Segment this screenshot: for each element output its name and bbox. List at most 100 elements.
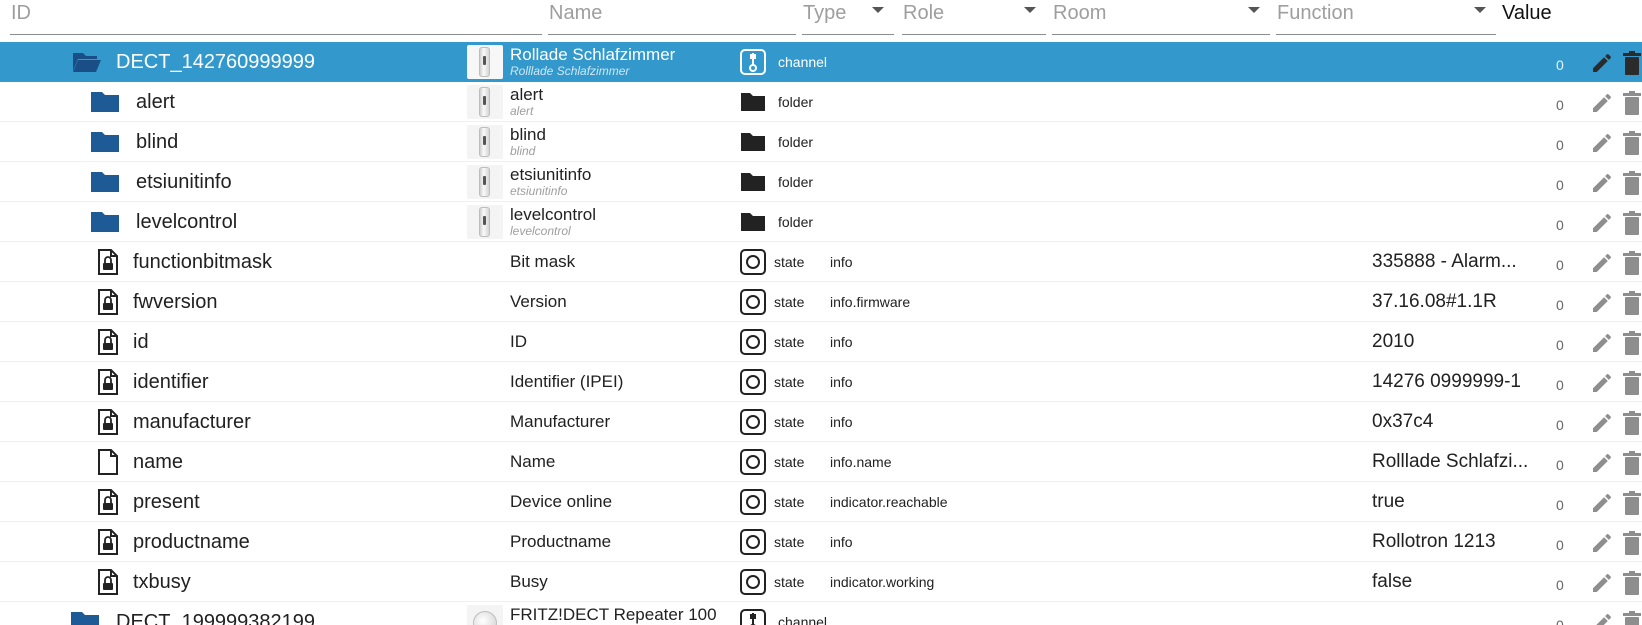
edit-icon[interactable]	[1590, 411, 1614, 435]
object-name: FRITZ!DECT Repeater 100	[510, 605, 717, 624]
room-filter-select[interactable]: Room	[1052, 0, 1270, 35]
id-filter-input[interactable]: ID	[10, 0, 542, 35]
object-id[interactable]: manufacturer	[133, 411, 251, 433]
delete-icon[interactable]	[1622, 330, 1642, 356]
edit-icon[interactable]	[1590, 51, 1614, 75]
delete-icon[interactable]	[1622, 90, 1642, 116]
tree-row[interactable]: id ID state info 2010 0	[0, 322, 1642, 362]
value-ack: 0	[1556, 577, 1564, 593]
tree-row[interactable]: fwversion Version state info.firmware 37…	[0, 282, 1642, 322]
value-column-header: Value	[1502, 2, 1552, 24]
tree-row[interactable]: functionbitmask Bit mask state info 3358…	[0, 242, 1642, 282]
object-role: info	[830, 374, 853, 390]
object-type: state	[774, 454, 805, 470]
edit-icon[interactable]	[1590, 491, 1614, 515]
object-name-original: Rolllade Schlafzimmer	[510, 64, 630, 78]
edit-icon[interactable]	[1590, 531, 1614, 555]
object-value[interactable]: 0x37c4	[1372, 411, 1532, 433]
tree-row[interactable]: alert alert alert folder 0	[0, 82, 1642, 122]
file-lock-icon	[97, 409, 127, 435]
object-type: state	[774, 534, 805, 550]
tree-row[interactable]: etsiunitinfo etsiunitinfo etsiunitinfo f…	[0, 162, 1642, 202]
object-value[interactable]: 37.16.08#1.1R	[1372, 291, 1532, 313]
object-type: state	[774, 254, 805, 270]
edit-icon[interactable]	[1590, 331, 1614, 355]
tree-row[interactable]: levelcontrol levelcontrol levelcontrol f…	[0, 202, 1642, 242]
folder-icon	[90, 130, 120, 154]
role-filter-select[interactable]: Role	[902, 0, 1046, 35]
delete-icon[interactable]	[1622, 570, 1642, 596]
object-value[interactable]: Rolllade Schlafzi...	[1372, 451, 1532, 473]
file-lock-icon	[97, 529, 127, 555]
state-icon	[740, 289, 766, 315]
delete-icon[interactable]	[1622, 610, 1642, 625]
tree-row[interactable]: manufacturer Manufacturer state info 0x3…	[0, 402, 1642, 442]
object-value[interactable]: 2010	[1372, 331, 1532, 353]
tree-row[interactable]: present Device online state indicator.re…	[0, 482, 1642, 522]
object-id[interactable]: alert	[136, 91, 175, 113]
delete-icon[interactable]	[1622, 50, 1642, 76]
object-id[interactable]: id	[133, 331, 149, 353]
chevron-down-icon	[1474, 7, 1486, 13]
tree-row[interactable]: productname Productname state info Rollo…	[0, 522, 1642, 562]
object-name-original: alert	[510, 104, 534, 118]
object-id[interactable]: DECT_142760999999	[116, 51, 315, 73]
edit-icon[interactable]	[1590, 131, 1614, 155]
object-value[interactable]: Rollotron 1213	[1372, 531, 1532, 553]
object-id[interactable]: etsiunitinfo	[136, 171, 232, 193]
edit-icon[interactable]	[1590, 291, 1614, 315]
object-id[interactable]: fwversion	[133, 291, 217, 313]
state-icon	[740, 569, 766, 595]
delete-icon[interactable]	[1622, 130, 1642, 156]
tree-row[interactable]: txbusy Busy state indicator.working fals…	[0, 562, 1642, 602]
delete-icon[interactable]	[1622, 530, 1642, 556]
object-id[interactable]: present	[133, 491, 200, 513]
delete-icon[interactable]	[1622, 450, 1642, 476]
object-role: indicator.reachable	[830, 494, 948, 510]
object-value[interactable]: 335888 - Alarm...	[1372, 251, 1532, 273]
function-filter-select[interactable]: Function	[1276, 0, 1496, 35]
edit-icon[interactable]	[1590, 371, 1614, 395]
folder-icon	[740, 91, 766, 117]
object-id[interactable]: DECT_199999382199	[116, 611, 315, 625]
object-id[interactable]: productname	[133, 531, 250, 553]
file-icon	[97, 449, 127, 475]
edit-icon[interactable]	[1590, 611, 1614, 625]
object-name: ID	[510, 332, 527, 351]
tree-row[interactable]: name Name state info.name Rolllade Schla…	[0, 442, 1642, 482]
edit-icon[interactable]	[1590, 171, 1614, 195]
delete-icon[interactable]	[1622, 210, 1642, 236]
delete-icon[interactable]	[1622, 490, 1642, 516]
value-ack: 0	[1556, 617, 1564, 625]
tree-row[interactable]: DECT_142760999999 Rollade Schlafzimmer R…	[0, 42, 1642, 82]
object-id[interactable]: blind	[136, 131, 178, 153]
object-id[interactable]: identifier	[133, 371, 209, 393]
edit-icon[interactable]	[1590, 251, 1614, 275]
filter-header: ID Name Type Role Room Function Value	[0, 0, 1642, 40]
type-filter-placeholder: Type	[803, 2, 847, 24]
delete-icon[interactable]	[1622, 410, 1642, 436]
object-value[interactable]: 14276 0999999-1	[1372, 371, 1532, 393]
object-id[interactable]: name	[133, 451, 183, 473]
delete-icon[interactable]	[1622, 170, 1642, 196]
edit-icon[interactable]	[1590, 571, 1614, 595]
tree-row[interactable]: identifier Identifier (IPEI) state info …	[0, 362, 1642, 402]
delete-icon[interactable]	[1622, 370, 1642, 396]
object-type: state	[774, 574, 805, 590]
object-value[interactable]: false	[1372, 571, 1532, 593]
object-value[interactable]: true	[1372, 491, 1532, 513]
state-icon	[740, 489, 766, 515]
object-id[interactable]: functionbitmask	[133, 251, 272, 273]
edit-icon[interactable]	[1590, 451, 1614, 475]
edit-icon[interactable]	[1590, 91, 1614, 115]
delete-icon[interactable]	[1622, 290, 1642, 316]
edit-icon[interactable]	[1590, 211, 1614, 235]
value-ack: 0	[1556, 97, 1564, 113]
object-id[interactable]: levelcontrol	[136, 211, 237, 233]
tree-row[interactable]: DECT_199999382199 FRITZ!DECT Repeater 10…	[0, 602, 1642, 625]
tree-row[interactable]: blind blind blind folder 0	[0, 122, 1642, 162]
type-filter-select[interactable]: Type	[802, 0, 894, 35]
delete-icon[interactable]	[1622, 250, 1642, 276]
object-id[interactable]: txbusy	[133, 571, 191, 593]
name-filter-input[interactable]: Name	[548, 0, 796, 35]
